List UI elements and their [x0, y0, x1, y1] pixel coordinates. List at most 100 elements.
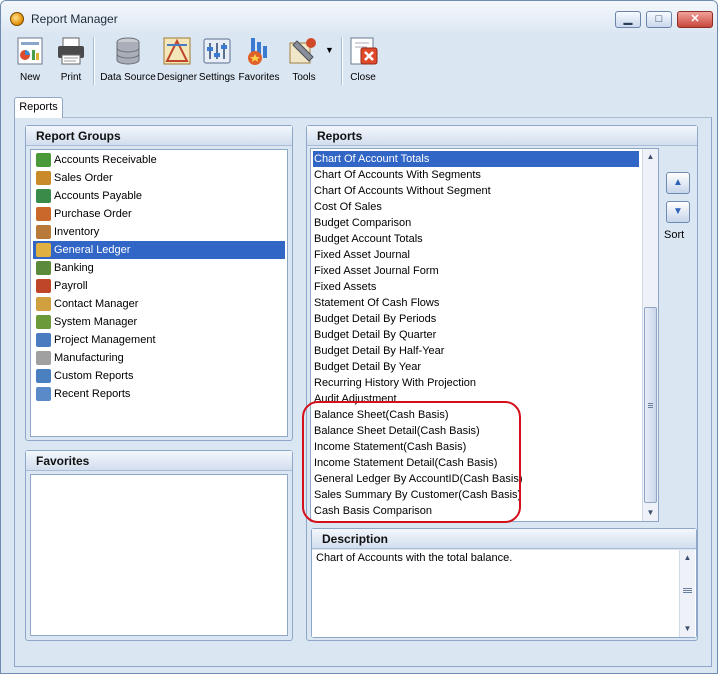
report-list-item[interactable]: Fixed Asset Journal	[313, 247, 639, 263]
close-window-button[interactable]: ✕	[677, 11, 713, 28]
report-group-label: Sales Order	[54, 172, 113, 184]
report-list-item[interactable]: Balance Sheet(Cash Basis)	[313, 407, 639, 423]
report-list-item[interactable]: Budget Comparison	[313, 215, 639, 231]
report-list-item[interactable]: Income Statement(Cash Basis)	[313, 439, 639, 455]
print-button[interactable]: Print	[53, 35, 89, 87]
purchase-order-icon	[36, 207, 51, 221]
tab-reports[interactable]: Reports	[14, 97, 63, 118]
report-group-item[interactable]: Manufacturing	[33, 349, 285, 367]
custom-reports-icon	[36, 369, 51, 383]
report-manager-window: Report Manager ▁ □ ✕ New Print Data Sour…	[0, 0, 718, 674]
report-group-item[interactable]: General Ledger	[33, 241, 285, 259]
report-list-item[interactable]: Audit Adjustment	[313, 391, 639, 407]
report-list-item[interactable]: Balance Sheet Detail(Cash Basis)	[313, 423, 639, 439]
report-group-item[interactable]: Banking	[33, 259, 285, 277]
report-group-item[interactable]: Accounts Receivable	[33, 151, 285, 169]
toolbar-separator	[93, 37, 94, 85]
report-group-label: Contact Manager	[54, 298, 139, 310]
description-scrollbar[interactable]: ▲ ▼	[679, 550, 695, 637]
settings-button[interactable]: Settings	[197, 35, 237, 87]
report-group-item[interactable]: Custom Reports	[33, 367, 285, 385]
report-list-item[interactable]: Sales Summary By Customer(Cash Basis)	[313, 487, 639, 503]
report-group-label: System Manager	[54, 316, 138, 328]
accounts-payable-icon	[36, 189, 51, 203]
report-group-item[interactable]: Sales Order	[33, 169, 285, 187]
favorites-button[interactable]: Favorites	[237, 35, 281, 87]
description-text: Chart of Accounts with the total balance…	[316, 552, 513, 564]
settings-icon	[203, 38, 231, 64]
designer-button[interactable]: Designer	[157, 35, 197, 87]
close-button[interactable]: Close	[345, 35, 381, 87]
report-group-label: Payroll	[54, 280, 88, 292]
report-group-label: Recent Reports	[54, 388, 131, 400]
data-source-button[interactable]: Data Source	[99, 35, 157, 87]
title-bar: Report Manager ▁ □ ✕	[1, 1, 717, 35]
report-list-item[interactable]: Income Statement Detail(Cash Basis)	[313, 455, 639, 471]
report-list-item[interactable]: Budget Detail By Year	[313, 359, 639, 375]
report-groups-list[interactable]: Accounts Receivable Sales Order Accounts P…	[30, 149, 288, 437]
close-label: Close	[350, 72, 376, 83]
report-list-item[interactable]: Chart Of Accounts With Segments	[313, 167, 639, 183]
report-list-item[interactable]: Chart Of Accounts Without Segment	[313, 183, 639, 199]
report-list-item[interactable]: Recurring History With Projection	[313, 375, 639, 391]
report-groups-title: Report Groups	[26, 126, 292, 146]
minimize-button[interactable]: ▁	[615, 11, 641, 28]
report-group-item[interactable]: Payroll	[33, 277, 285, 295]
scroll-up-arrow-icon[interactable]: ▲	[643, 150, 658, 164]
tools-dropdown-arrow-icon[interactable]: ▼	[325, 45, 334, 55]
scroll-grip-icon	[648, 403, 653, 408]
description-box: Chart of Accounts with the total balance…	[312, 550, 696, 637]
reports-scrollbar[interactable]: ▲ ▼	[642, 149, 658, 521]
report-list-item[interactable]: Budget Detail By Periods	[313, 311, 639, 327]
toolbar: New Print Data Source Designer Settings …	[5, 35, 713, 89]
maximize-button[interactable]: □	[646, 11, 672, 28]
report-group-label: Manufacturing	[54, 352, 124, 364]
new-label: New	[19, 72, 40, 83]
banking-icon	[36, 261, 51, 275]
report-list-item[interactable]: Budget Account Totals	[313, 231, 639, 247]
report-group-item[interactable]: Inventory	[33, 223, 285, 241]
app-icon	[10, 12, 24, 26]
report-group-label: Project Management	[54, 334, 156, 346]
payroll-icon	[36, 279, 51, 293]
report-group-label: Accounts Receivable	[54, 154, 157, 166]
scroll-down-arrow-icon[interactable]: ▼	[680, 622, 695, 636]
sort-up-button[interactable]: ▲	[666, 172, 690, 194]
report-list-item[interactable]: Chart Of Account Totals	[313, 151, 639, 167]
scroll-grip-icon	[683, 588, 692, 593]
accounts-receivable-icon	[36, 153, 51, 167]
recent-reports-icon	[36, 387, 51, 401]
favorites-label: Favorites	[238, 72, 280, 83]
designer-label: Designer	[157, 72, 198, 83]
report-list-item[interactable]: Budget Detail By Half-Year	[313, 343, 639, 359]
report-group-item[interactable]: Accounts Payable	[33, 187, 285, 205]
report-group-item[interactable]: System Manager	[33, 313, 285, 331]
report-group-label: Accounts Payable	[54, 190, 143, 202]
report-group-label: General Ledger	[54, 244, 131, 256]
report-list-item[interactable]: Fixed Assets	[313, 279, 639, 295]
report-list-item[interactable]: Cash Basis Comparison	[313, 503, 639, 519]
report-group-item[interactable]: Purchase Order	[33, 205, 285, 223]
report-list-item[interactable]: Fixed Asset Journal Form	[313, 263, 639, 279]
description-panel: Description Chart of Accounts with the t…	[311, 528, 697, 638]
report-list-item[interactable]: Budget Detail By Quarter	[313, 327, 639, 343]
new-button[interactable]: New	[7, 35, 53, 87]
report-group-item[interactable]: Recent Reports	[33, 385, 285, 403]
reports-list[interactable]: Cash Basis Comparison Sales Summary By Cu…	[310, 148, 659, 522]
new-report-icon	[17, 37, 43, 65]
sort-down-button[interactable]: ▼	[666, 201, 690, 223]
report-list-item[interactable]: Cost Of Sales	[313, 199, 639, 215]
report-group-item[interactable]: Contact Manager	[33, 295, 285, 313]
tools-button[interactable]: ▼ Tools	[285, 35, 341, 87]
report-list-item[interactable]: General Ledger By AccountID(Cash Basis)	[313, 471, 639, 487]
scrollbar-thumb[interactable]	[644, 307, 657, 503]
favorites-icon	[248, 38, 267, 65]
sales-order-icon	[36, 171, 51, 185]
favorites-list[interactable]	[30, 474, 288, 636]
close-report-icon	[350, 37, 378, 65]
tools-label: Tools	[292, 72, 316, 83]
scroll-down-arrow-icon[interactable]: ▼	[643, 506, 658, 520]
report-list-item[interactable]: Statement Of Cash Flows	[313, 295, 639, 311]
report-group-item[interactable]: Project Management	[33, 331, 285, 349]
scroll-up-arrow-icon[interactable]: ▲	[680, 551, 695, 565]
